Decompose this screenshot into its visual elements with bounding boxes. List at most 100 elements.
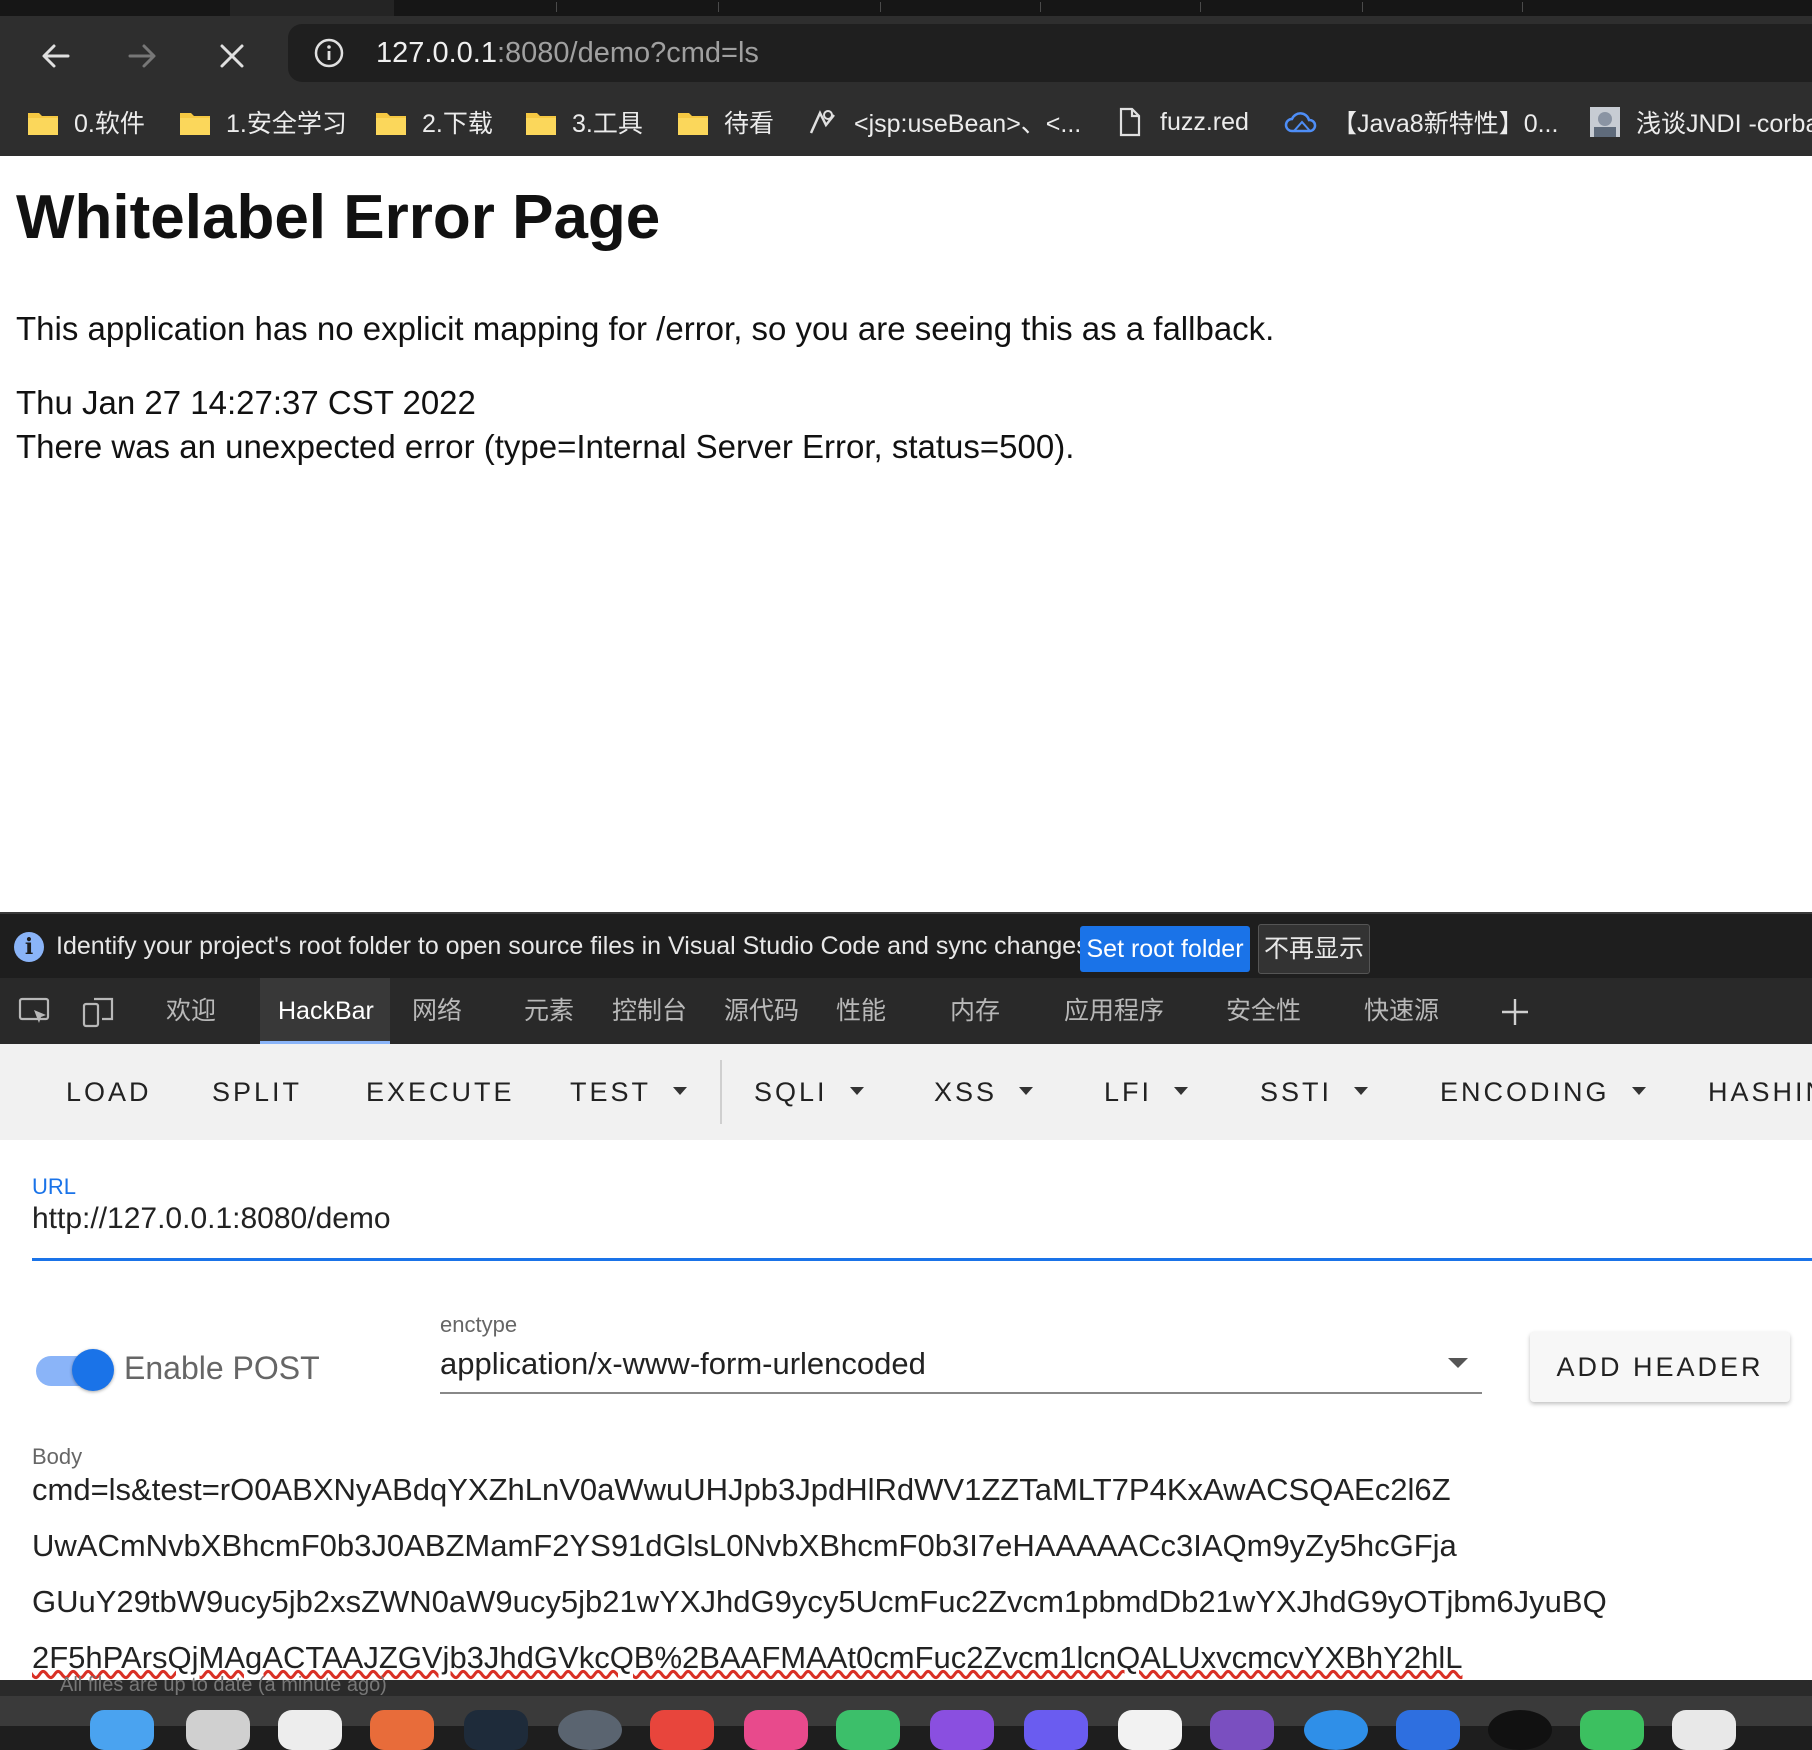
folder-icon (376, 113, 406, 135)
tab-hackbar[interactable]: HackBar (260, 978, 390, 1044)
encoding-menu[interactable]: ENCODING (1440, 1044, 1646, 1140)
hashing-menu[interactable]: HASHING (1708, 1044, 1812, 1140)
page-title: Whitelabel Error Page (16, 183, 661, 252)
tab-performance[interactable]: 性能 (836, 978, 886, 1044)
enctype-select[interactable]: application/x-www-form-urlencoded (440, 1346, 926, 1382)
plus-icon[interactable] (1498, 996, 1532, 1028)
forward-button[interactable] (122, 36, 162, 76)
caret-down-icon (1019, 1086, 1034, 1095)
bookmark-link[interactable]: 【Java8新特性】0... (1284, 104, 1558, 140)
body-field-line[interactable]: 2F5hPArsQjMAgACTAAJZGVjb3JhdGVkcQB%2BAAF… (32, 1640, 1462, 1676)
error-timestamp: Thu Jan 27 14:27:37 CST 2022 (16, 384, 476, 421)
add-header-button[interactable]: ADD HEADER (1530, 1332, 1790, 1402)
lfi-menu[interactable]: LFI (1104, 1044, 1189, 1140)
tab-application[interactable]: 应用程序 (1064, 978, 1164, 1044)
dock-app-icon[interactable] (1210, 1710, 1274, 1750)
dock-app-icon[interactable] (836, 1710, 900, 1750)
caret-down-icon (1631, 1086, 1646, 1095)
caret-down-icon (673, 1086, 688, 1095)
dock-app-icon[interactable] (930, 1710, 994, 1750)
tab-separator (556, 2, 557, 12)
devtools-tab-bar: 欢迎 HackBar 网络 元素 控制台 源代码 性能 内存 应用程序 安全性 … (0, 978, 1812, 1045)
caret-down-icon (849, 1086, 864, 1095)
enable-post-toggle-knob[interactable] (72, 1349, 114, 1391)
caret-down-icon (1354, 1086, 1369, 1095)
tab-security[interactable]: 安全性 (1226, 978, 1301, 1044)
device-toolbar-icon[interactable] (82, 996, 116, 1028)
test-menu[interactable]: TEST (570, 1044, 688, 1140)
dock-app-icon[interactable] (1118, 1710, 1182, 1750)
set-root-folder-button[interactable]: Set root folder (1080, 926, 1250, 972)
tab-network[interactable]: 网络 (412, 978, 462, 1044)
bookmark-label: <jsp:useBean>、<... (854, 110, 1082, 138)
page-viewport: Whitelabel Error Page This application h… (0, 156, 1812, 912)
url-field[interactable]: http://127.0.0.1:8080/demo (32, 1202, 391, 1236)
dock-app-icon[interactable] (744, 1710, 808, 1750)
tab-separator (1522, 2, 1523, 12)
bookmark-link[interactable]: 浅谈JNDI -corba (1588, 104, 1812, 140)
bookmark-folder[interactable]: 待看 (676, 104, 774, 140)
dock-app-icon[interactable] (1304, 1710, 1368, 1750)
sqli-menu[interactable]: SQLI (754, 1044, 864, 1140)
body-field-label: Body (32, 1444, 83, 1469)
test-menu-label: TEST (570, 1077, 652, 1107)
dock-app-icon[interactable] (278, 1710, 342, 1750)
url-host: 127.0.0.1 (376, 37, 497, 69)
hackbar-panel: URL http://127.0.0.1:8080/demo Enable PO… (0, 1140, 1812, 1680)
tab-welcome[interactable]: 欢迎 (166, 978, 216, 1044)
bookmark-link[interactable]: <jsp:useBean>、<... (806, 104, 1081, 140)
dock-app-icon[interactable] (558, 1710, 622, 1750)
address-bar[interactable]: 127.0.0.1:8080/demo?cmd=ls (288, 24, 1812, 82)
dock-app-icon[interactable] (186, 1710, 250, 1750)
body-field-line[interactable]: UwACmNvbXBhcmF0b3J0ABZMamF2YS91dGlsL0Nvb… (32, 1528, 1457, 1564)
tab-strip (0, 0, 1812, 16)
bookmarks-bar: 0.软件 1.安全学习 2.下载 3.工具 待看 <jsp:useBean>、<… (0, 90, 1812, 156)
arrow-left-icon (42, 44, 70, 68)
back-button[interactable] (36, 36, 76, 76)
dock-app-icon[interactable] (370, 1710, 434, 1750)
arrow-right-icon (128, 44, 156, 68)
encoding-menu-label: ENCODING (1440, 1077, 1610, 1107)
tab-elements[interactable]: 元素 (524, 978, 574, 1044)
inspect-element-icon[interactable] (18, 996, 52, 1028)
tab-memory[interactable]: 内存 (950, 978, 1000, 1044)
execute-button[interactable]: EXECUTE (366, 1044, 515, 1140)
dock-app-icon[interactable] (464, 1710, 528, 1750)
dont-show-again-button[interactable]: 不再显示 (1258, 924, 1370, 974)
xss-menu[interactable]: XSS (934, 1044, 1034, 1140)
bookmark-link[interactable]: fuzz.red (1112, 104, 1249, 140)
dock-app-icon[interactable] (1396, 1710, 1460, 1750)
bookmark-folder[interactable]: 2.下载 (374, 104, 493, 140)
enctype-underline (440, 1392, 1482, 1394)
stop-button[interactable] (212, 36, 252, 76)
tab-separator (1200, 2, 1201, 12)
body-field-line[interactable]: GUuY29tbW9ucy5jb2xsZWN0aW9ucy5jb21wYXJhd… (32, 1584, 1607, 1620)
bookmark-folder[interactable]: 1.安全学习 (178, 104, 347, 140)
dock-app-icon[interactable] (1024, 1710, 1088, 1750)
address-text[interactable]: 127.0.0.1:8080/demo?cmd=ls (376, 38, 759, 68)
tab-console[interactable]: 控制台 (612, 978, 687, 1044)
split-button[interactable]: SPLIT (212, 1044, 302, 1140)
tab-lighthouse[interactable]: 快速源 (1364, 978, 1439, 1044)
lfi-menu-label: LFI (1104, 1077, 1153, 1107)
load-button[interactable]: LOAD (66, 1044, 152, 1140)
folder-icon (526, 113, 556, 135)
active-tab[interactable] (230, 0, 394, 16)
dock-app-icon[interactable] (1580, 1710, 1644, 1750)
xss-menu-label: XSS (934, 1077, 998, 1107)
dock-app-icon[interactable] (650, 1710, 714, 1750)
page-icon (1119, 107, 1141, 137)
body-field-line[interactable]: cmd=ls&test=rO0ABXNyABdqYXZhLnV0aWwuUHJp… (32, 1472, 1451, 1508)
bookmark-folder[interactable]: 0.软件 (26, 104, 145, 140)
dock-app-icon[interactable] (90, 1710, 154, 1750)
caret-down-icon (1174, 1086, 1189, 1095)
info-icon[interactable] (314, 38, 344, 68)
tab-sources[interactable]: 源代码 (724, 978, 799, 1044)
tab-separator (718, 2, 719, 12)
ssti-menu[interactable]: SSTI (1260, 1044, 1369, 1140)
site-icon (809, 110, 835, 134)
dropdown-caret-icon[interactable] (1448, 1358, 1468, 1368)
dock-app-icon[interactable] (1672, 1710, 1736, 1750)
dock-app-icon[interactable] (1488, 1710, 1552, 1750)
bookmark-folder[interactable]: 3.工具 (524, 104, 643, 140)
